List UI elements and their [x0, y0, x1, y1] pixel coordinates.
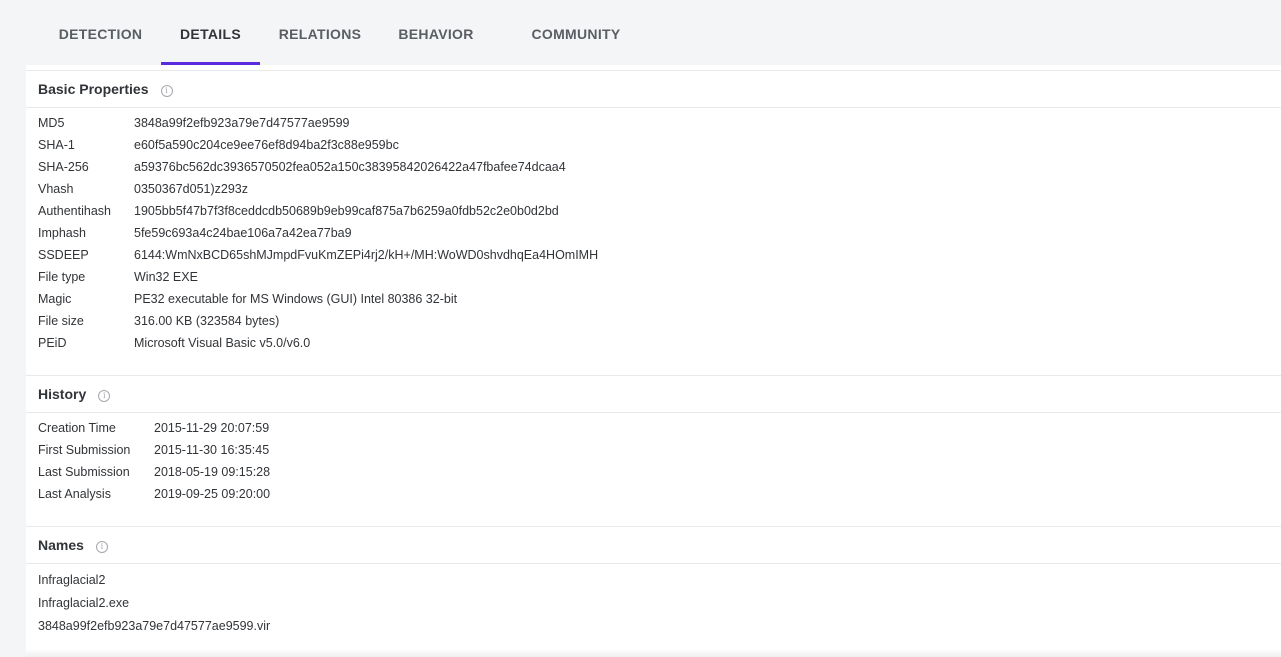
property-row-file-type: File type Win32 EXE	[38, 266, 198, 288]
property-row-magic: Magic PE32 executable for MS Windows (GUI…	[38, 288, 457, 310]
property-row-sha1: SHA-1 e60f5a590c204ce9ee76ef8d94ba2f3c88e…	[38, 134, 399, 156]
history-label: History	[38, 386, 87, 402]
tab-bar: DETECTION DETAILS RELATIONS BEHAVIOR COM…	[26, 7, 1281, 65]
name-item: Infraglacial2.exe	[38, 596, 130, 610]
divider	[26, 563, 1281, 564]
property-key: Magic	[38, 292, 72, 306]
property-row-md5: MD5 3848a99f2efb923a79e7d47577ae9599	[38, 112, 350, 134]
property-key: File type	[38, 270, 86, 284]
basic-properties-title: Basic Properties i	[38, 79, 173, 99]
property-key: PEiD	[38, 336, 67, 350]
history-title: History i	[38, 384, 111, 404]
history-key: Creation Time	[38, 421, 116, 435]
info-circle-icon[interactable]: i	[98, 390, 111, 402]
divider	[26, 412, 1281, 413]
history-key: Last Analysis	[38, 487, 111, 501]
property-row-peid: PEiD Microsoft Visual Basic v5.0/v6.0	[38, 332, 310, 354]
details-page: DETECTION DETAILS RELATIONS BEHAVIOR COM…	[26, 7, 1281, 657]
property-row-authentihash: Authentihash 1905bb5f47b7f3f8ceddcdb50689…	[38, 200, 559, 222]
history-value: 2015-11-30 16:35:45	[154, 443, 270, 457]
property-value: 316.00 KB (323584 bytes)	[134, 314, 280, 328]
history-row-last-analysis: Last Analysis 2019-09-25 09:20:00	[38, 483, 270, 505]
property-row-vhash: Vhash 0350367d051)z293z	[38, 178, 248, 200]
names-title: Names i	[38, 535, 108, 555]
tab-relations[interactable]: RELATIONS	[270, 7, 370, 65]
property-value: Microsoft Visual Basic v5.0/v6.0	[134, 336, 311, 350]
divider	[26, 375, 1281, 376]
property-key: Imphash	[38, 226, 86, 240]
tab-community[interactable]: COMMUNITY	[522, 7, 630, 65]
history-row-creation-time: Creation Time 2015-11-29 20:07:59	[38, 417, 269, 439]
property-value: 5fe59c693a4c24bae106a7a42ea77ba9	[134, 226, 352, 240]
property-key: SHA-1	[38, 138, 75, 152]
property-key: File size	[38, 314, 84, 328]
names-label: Names	[38, 537, 84, 553]
history-value: 2019-09-25 09:20:00	[154, 487, 271, 501]
history-value: 2018-05-19 09:15:28	[154, 465, 271, 479]
property-value: 0350367d051)z293z	[134, 182, 248, 196]
name-item: Infraglacial2	[38, 573, 106, 587]
property-value: PE32 executable for MS Windows (GUI) Int…	[134, 292, 458, 306]
property-key: Vhash	[38, 182, 74, 196]
property-value: Win32 EXE	[134, 270, 198, 284]
property-row-imphash: Imphash 5fe59c693a4c24bae106a7a42ea77ba9	[38, 222, 352, 244]
divider	[26, 107, 1281, 108]
property-key: MD5	[38, 116, 65, 130]
property-value: e60f5a590c204ce9ee76ef8d94ba2f3c88e959bc	[134, 138, 399, 152]
history-key: First Submission	[38, 443, 131, 457]
info-circle-icon[interactable]: i	[160, 85, 173, 97]
property-row-sha256: SHA-256 a59376bc562dc3936570502fea052a150…	[38, 156, 566, 178]
tab-detection[interactable]: DETECTION	[48, 7, 153, 65]
info-circle-icon[interactable]: i	[95, 541, 108, 553]
divider	[26, 526, 1281, 527]
property-row-file-size: File size 316.00 KB (323584 bytes)	[38, 310, 279, 332]
basic-properties-label: Basic Properties	[38, 81, 149, 97]
name-item: 3848a99f2efb923a79e7d47577ae9599.vir	[38, 619, 271, 633]
property-key: Authentihash	[38, 204, 111, 218]
property-value: 3848a99f2efb923a79e7d47577ae9599	[134, 116, 350, 130]
tab-behavior[interactable]: BEHAVIOR	[390, 7, 482, 65]
tab-details[interactable]: DETAILS	[161, 7, 260, 65]
divider	[26, 70, 1281, 71]
history-row-last-submission: Last Submission 2018-05-19 09:15:28	[38, 461, 270, 483]
history-key: Last Submission	[38, 465, 130, 479]
history-value: 2015-11-29 20:07:59	[154, 421, 270, 435]
property-value: 1905bb5f47b7f3f8ceddcdb50689b9eb99caf875…	[134, 204, 559, 218]
property-value: 6144:WmNxBCD65shMJmpdFvuKmZEPi4rj2/kH+/M…	[134, 248, 599, 262]
property-row-ssdeep: SSDEEP 6144:WmNxBCD65shMJmpdFvuKmZEPi4rj2…	[38, 244, 598, 266]
scroll-shadow	[26, 649, 1281, 657]
property-key: SHA-256	[38, 160, 89, 174]
property-value: a59376bc562dc3936570502fea052a150c383958…	[134, 160, 566, 174]
history-row-first-submission: First Submission 2015-11-30 16:35:45	[38, 439, 269, 461]
property-key: SSDEEP	[38, 248, 89, 262]
